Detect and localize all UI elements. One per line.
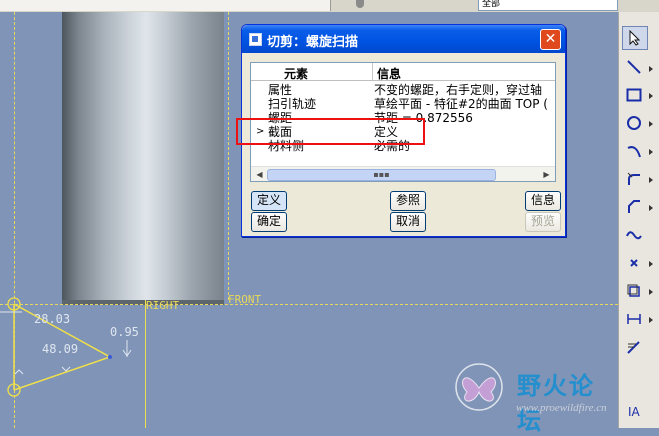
scroll-left-icon[interactable]: ◀: [253, 168, 266, 181]
point-icon[interactable]: [622, 252, 646, 274]
scroll-right-icon[interactable]: ▶: [540, 168, 553, 181]
vertex-point: [108, 355, 112, 359]
element-name: 属性: [268, 83, 293, 97]
list-item[interactable]: 属性 不变的螺距，右手定则，穿过轴: [251, 83, 555, 97]
dialog-titlebar[interactable]: 切剪：螺旋扫描 ✕: [242, 25, 565, 53]
circle-flyout-arrow[interactable]: [649, 121, 653, 127]
text-icon[interactable]: IA: [622, 400, 646, 422]
offset-icon[interactable]: [622, 280, 646, 302]
dim-arrow-3: [14, 369, 24, 375]
select-arrow-icon[interactable]: [622, 26, 648, 50]
column-separator[interactable]: [372, 63, 373, 80]
reference-button[interactable]: 参照: [390, 191, 426, 211]
highlight-box: [236, 118, 425, 145]
window-icon: [249, 33, 262, 46]
ok-button[interactable]: 确定: [251, 212, 287, 232]
modify-icon[interactable]: [622, 336, 646, 358]
rectangle-flyout-arrow[interactable]: [649, 93, 653, 99]
helical-sweep-dialog: 切剪：螺旋扫描 ✕ 元素 信息 属性 不变的螺距，右手定则，穿过轴 扫引轨迹 草…: [236, 24, 566, 237]
watermark-brand: 野火论坛: [517, 372, 595, 435]
arc-icon[interactable]: [622, 140, 646, 162]
fillet-flyout-arrow[interactable]: [649, 177, 653, 183]
list-item[interactable]: 扫引轨迹 草绘平面 - 特征#2的曲面 TOP (: [251, 97, 555, 111]
dimension-flyout-arrow[interactable]: [649, 317, 653, 323]
offset-flyout-arrow[interactable]: [649, 289, 653, 295]
chamfer-icon[interactable]: [622, 196, 646, 218]
column-header-info[interactable]: 信息: [377, 65, 401, 82]
rectangle-icon[interactable]: [622, 84, 646, 106]
svg-text:IA: IA: [628, 405, 641, 419]
watermark-url: www.proewildfire.cn: [516, 402, 607, 414]
preview-button[interactable]: 预览: [525, 212, 561, 232]
butterfly-logo-icon: [455, 363, 503, 411]
element-info: 草绘平面 - 特征#2的曲面 TOP (: [374, 97, 548, 111]
spline-icon[interactable]: [622, 224, 646, 246]
cancel-button[interactable]: 取消: [390, 212, 426, 232]
dimension-28[interactable]: 28.03: [34, 312, 70, 326]
define-button[interactable]: 定义: [251, 191, 287, 211]
list-header: 元素 信息: [251, 63, 555, 81]
close-icon[interactable]: ✕: [540, 29, 561, 50]
info-button[interactable]: 信息: [525, 191, 561, 211]
fillet-icon[interactable]: [622, 168, 646, 190]
watermark: 野火论坛 www.proewildfire.cn: [449, 358, 619, 435]
dimension-48[interactable]: 48.09: [42, 342, 78, 356]
status-segment: [0, 0, 331, 11]
line-icon[interactable]: [622, 56, 646, 78]
dialog-title: 切剪：螺旋扫描: [267, 35, 359, 50]
arc-flyout-arrow[interactable]: [649, 149, 653, 155]
horizontal-scrollbar[interactable]: ◀ ▪▪▪ ▶: [251, 166, 555, 181]
circle-icon[interactable]: [622, 112, 646, 134]
filter-dropdown[interactable]: 全部: [478, 0, 618, 11]
dimension-pitch[interactable]: 0.95: [110, 325, 139, 339]
line-flyout-arrow[interactable]: [649, 66, 653, 72]
point-flyout-arrow[interactable]: [649, 261, 653, 267]
sketch-toolbar: IA: [618, 12, 659, 428]
column-header-element[interactable]: 元素: [284, 65, 308, 82]
toolbar-handle[interactable]: [356, 0, 364, 8]
chamfer-flyout-arrow[interactable]: [649, 205, 653, 211]
dimension-icon[interactable]: [622, 308, 646, 330]
scroll-thumb[interactable]: ▪▪▪: [267, 169, 496, 181]
element-name: 扫引轨迹: [268, 97, 317, 111]
element-info: 不变的螺距，右手定则，穿过轴: [374, 83, 543, 97]
